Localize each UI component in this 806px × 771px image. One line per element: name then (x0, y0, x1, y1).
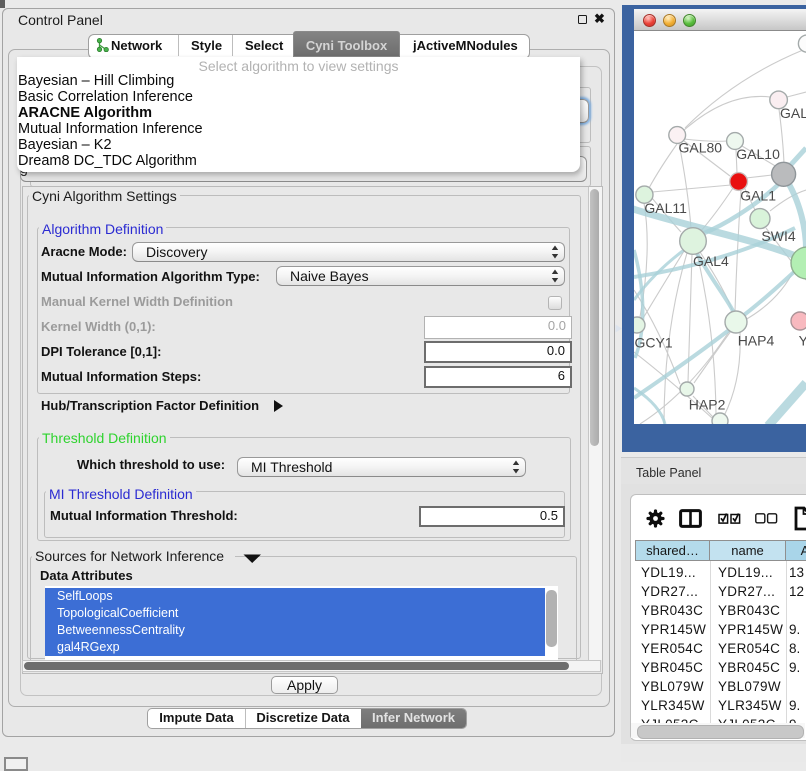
svg-text:GAL1: GAL1 (740, 188, 776, 204)
svg-text:GAL11: GAL11 (644, 200, 687, 216)
svg-text:GAL4: GAL4 (693, 253, 729, 269)
svg-text:HAP2: HAP2 (689, 397, 726, 413)
svg-text:SWI4: SWI4 (761, 228, 795, 244)
svg-text:YM: YM (799, 333, 806, 349)
svg-text:GAL10: GAL10 (736, 146, 780, 162)
svg-text:GAL80: GAL80 (679, 140, 723, 156)
svg-text:HAP4: HAP4 (738, 333, 775, 349)
svg-text:GCY1: GCY1 (635, 335, 673, 351)
svg-text:GAL7: GAL7 (780, 105, 806, 121)
